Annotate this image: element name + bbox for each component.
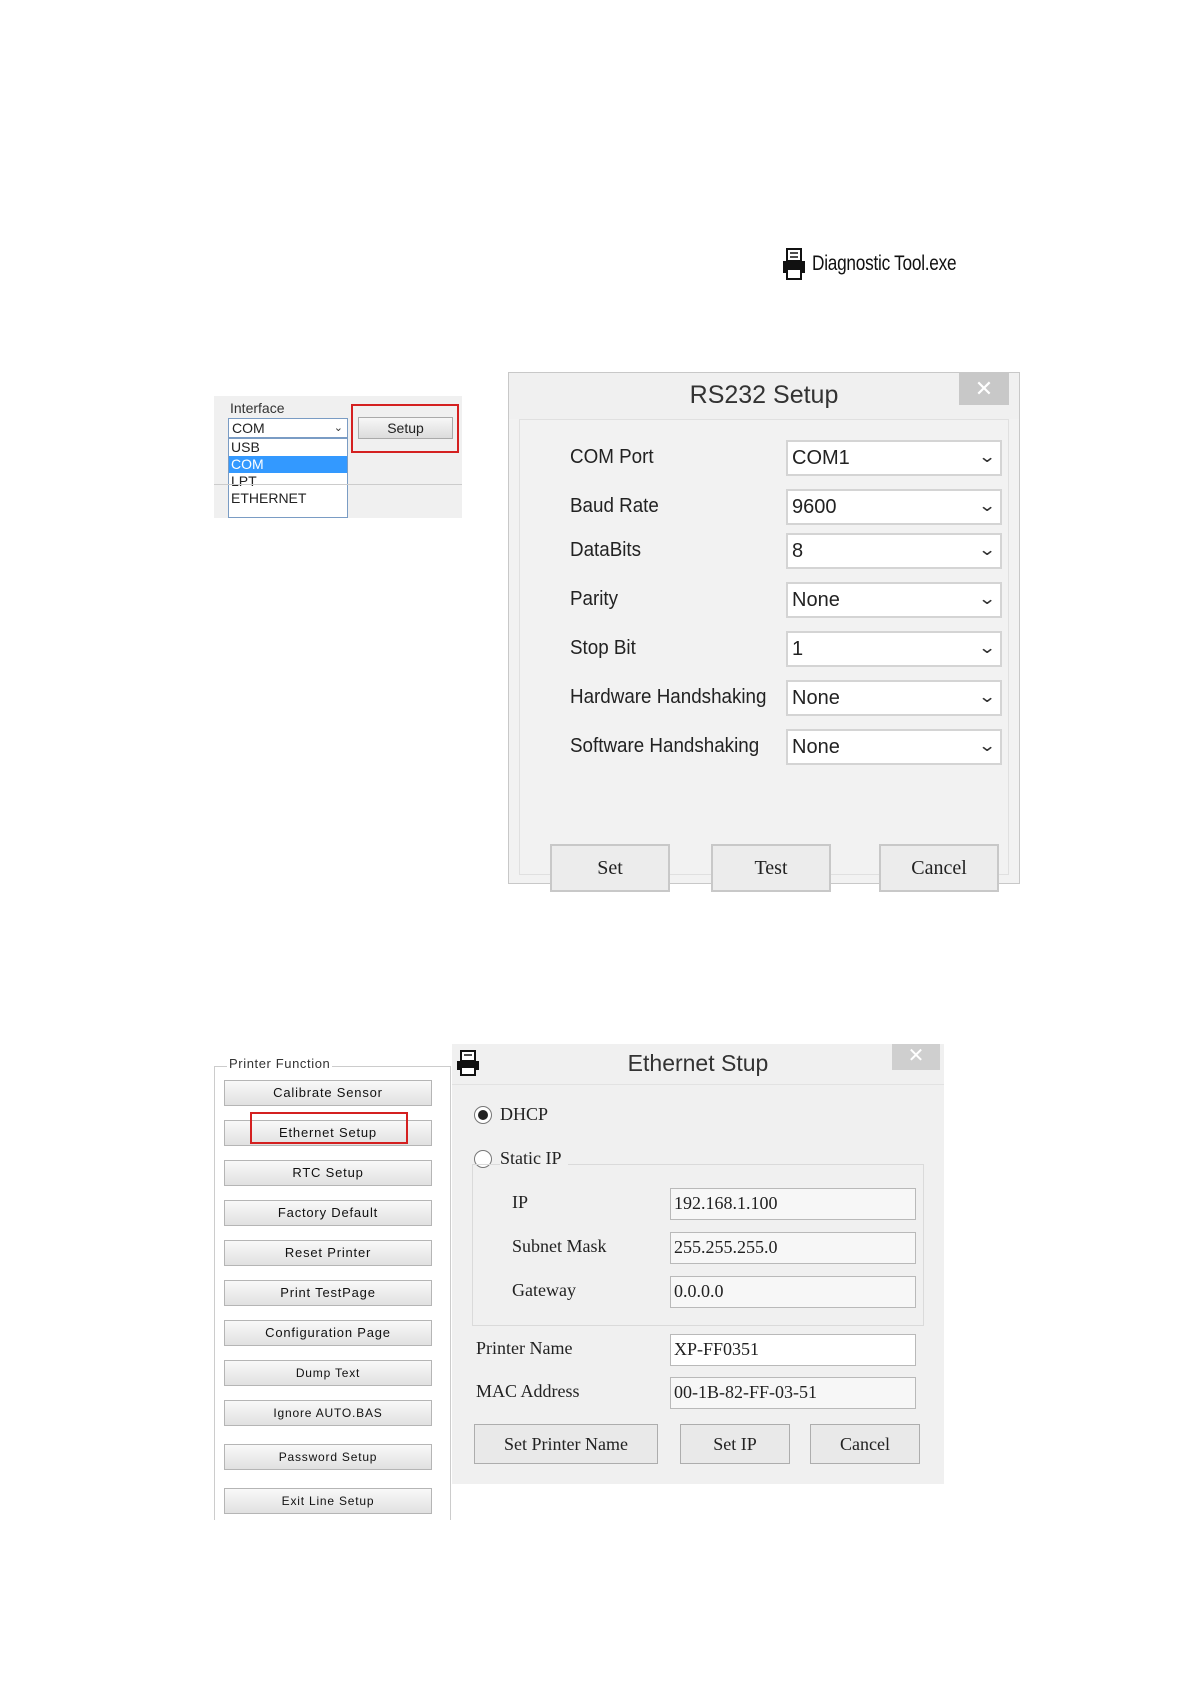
- ethernet-cancel-button[interactable]: Cancel: [810, 1424, 920, 1464]
- hardware-handshaking-label: Hardware Handshaking: [570, 686, 767, 708]
- rtc-setup-button[interactable]: RTC Setup: [224, 1160, 432, 1186]
- printer-name-label: Printer Name: [476, 1338, 573, 1358]
- hardware-handshaking-select[interactable]: None ⌄: [786, 680, 1002, 716]
- baud-rate-select[interactable]: 9600 ⌄: [786, 489, 1002, 525]
- com-port-label: COM Port: [570, 446, 654, 468]
- interface-title: Interface: [230, 400, 285, 416]
- rs232-panel: COM Port COM1 ⌄ Baud Rate 9600 ⌄ DataBits …: [519, 419, 1010, 892]
- cancel-button[interactable]: Cancel: [879, 844, 999, 892]
- password-setup-button[interactable]: Password Setup: [224, 1444, 432, 1470]
- printer-function-frame-right: [450, 1066, 451, 1520]
- chevron-down-icon: ⌄: [977, 447, 997, 466]
- setup-highlight-box: [351, 404, 459, 453]
- hardware-handshaking-row: Hardware Handshaking None ⌄: [570, 680, 1010, 716]
- printer-function-legend: Printer Function: [227, 1056, 333, 1071]
- printer-name-field[interactable]: XP-FF0351: [670, 1334, 916, 1366]
- calibrate-sensor-button[interactable]: Calibrate Sensor: [224, 1080, 432, 1106]
- chevron-down-icon: ⌄: [977, 540, 997, 559]
- file-label: Diagnostic Tool.exe: [812, 252, 957, 275]
- dhcp-label: DHCP: [500, 1104, 549, 1124]
- com-port-row: COM Port COM1 ⌄: [570, 440, 1010, 476]
- interface-select-value: COM: [232, 420, 265, 436]
- stop-bit-select[interactable]: 1 ⌄: [786, 631, 1002, 667]
- baud-rate-value: 9600: [792, 496, 837, 518]
- dhcp-radio[interactable]: [474, 1106, 492, 1124]
- set-printer-name-button[interactable]: Set Printer Name: [474, 1424, 658, 1464]
- mac-address-field[interactable]: 00-1B-82-FF-03-51: [670, 1377, 916, 1409]
- parity-select[interactable]: None ⌄: [786, 582, 1002, 618]
- parity-label: Parity: [570, 588, 619, 610]
- ignore-auto-bas-button[interactable]: Ignore AUTO.BAS: [224, 1400, 432, 1426]
- interface-panel: Interface COM ⌄ USB COM LPT ETHERNET Set…: [214, 396, 462, 518]
- subnet-mask-field[interactable]: 255.255.255.0: [670, 1232, 916, 1264]
- databits-label: DataBits: [570, 539, 642, 561]
- configuration-page-button[interactable]: Configuration Page: [224, 1320, 432, 1346]
- set-ip-button[interactable]: Set IP: [680, 1424, 790, 1464]
- ethernet-setup-highlight-box: [250, 1112, 408, 1144]
- databits-value: 8: [792, 540, 804, 562]
- static-ip-label: Static IP: [500, 1148, 568, 1169]
- factory-default-button[interactable]: Factory Default: [224, 1200, 432, 1226]
- parity-row: Parity None ⌄: [570, 582, 1010, 618]
- interface-options-list: USB COM LPT ETHERNET: [228, 438, 348, 518]
- subnet-mask-label: Subnet Mask: [512, 1236, 607, 1256]
- gateway-label: Gateway: [512, 1280, 576, 1300]
- print-testpage-button[interactable]: Print TestPage: [224, 1280, 432, 1306]
- stop-bit-row: Stop Bit 1 ⌄: [570, 631, 1010, 667]
- baud-rate-row: Baud Rate 9600 ⌄: [570, 489, 1010, 525]
- reset-printer-button[interactable]: Reset Printer: [224, 1240, 432, 1266]
- interface-select[interactable]: COM ⌄: [228, 418, 348, 438]
- software-handshaking-label: Software Handshaking: [570, 735, 760, 757]
- software-handshaking-row: Software Handshaking None ⌄: [570, 729, 1010, 765]
- interface-option-ethernet[interactable]: ETHERNET: [229, 490, 347, 507]
- close-icon[interactable]: ✕: [892, 1044, 940, 1070]
- chevron-down-icon: ⌄: [977, 496, 997, 515]
- diagnostic-tool-file[interactable]: Diagnostic Tool.exe: [782, 248, 988, 280]
- stop-bit-label: Stop Bit: [570, 637, 636, 659]
- interface-option-lpt[interactable]: LPT: [229, 473, 347, 490]
- databits-row: DataBits 8 ⌄: [570, 533, 1010, 569]
- ip-field[interactable]: 192.168.1.100: [670, 1188, 916, 1220]
- software-handshaking-value: None: [792, 736, 840, 758]
- ethernet-title-bar: Ethernet Stup ✕: [452, 1044, 944, 1085]
- test-button[interactable]: Test: [711, 844, 831, 892]
- divider: [214, 484, 462, 485]
- interface-option-usb[interactable]: USB: [229, 439, 347, 456]
- chevron-down-icon: ⌄: [333, 422, 343, 434]
- chevron-down-icon: ⌄: [977, 638, 997, 657]
- databits-select[interactable]: 8 ⌄: [786, 533, 1002, 569]
- interface-option-com[interactable]: COM: [229, 456, 347, 473]
- dump-text-button[interactable]: Dump Text: [224, 1360, 432, 1386]
- chevron-down-icon: ⌄: [977, 589, 997, 608]
- mac-address-label: MAC Address: [476, 1381, 580, 1401]
- rs232-title: RS232 Setup: [689, 381, 839, 409]
- com-port-select[interactable]: COM1 ⌄: [786, 440, 1002, 476]
- baud-rate-label: Baud Rate: [570, 495, 659, 517]
- gateway-field[interactable]: 0.0.0.0: [670, 1276, 916, 1308]
- printer-icon: [783, 248, 805, 280]
- ethernet-setup-dialog: Ethernet Stup ✕ DHCP Static IP IP 192.16…: [452, 1044, 944, 1484]
- rs232-setup-dialog: RS232 Setup ✕ COM Port COM1 ⌄ Baud Rate 9…: [508, 372, 1020, 892]
- radio-selected-dot: [478, 1110, 488, 1120]
- software-handshaking-select[interactable]: None ⌄: [786, 729, 1002, 765]
- parity-value: None: [792, 589, 840, 611]
- com-port-value: COM1: [792, 447, 850, 469]
- ip-label: IP: [512, 1192, 529, 1212]
- chevron-down-icon: ⌄: [977, 687, 997, 706]
- hardware-handshaking-value: None: [792, 687, 840, 709]
- rs232-title-bar: RS232 Setup ✕: [509, 373, 1019, 419]
- ethernet-title: Ethernet Stup: [627, 1050, 769, 1076]
- printer-function-panel: Printer Function Calibrate Sensor Ethern…: [214, 1056, 452, 1520]
- chevron-down-icon: ⌄: [977, 736, 997, 755]
- close-icon[interactable]: ✕: [959, 373, 1009, 405]
- exit-line-setup-button[interactable]: Exit Line Setup: [224, 1488, 432, 1514]
- stop-bit-value: 1: [792, 638, 804, 660]
- set-button[interactable]: Set: [550, 844, 670, 892]
